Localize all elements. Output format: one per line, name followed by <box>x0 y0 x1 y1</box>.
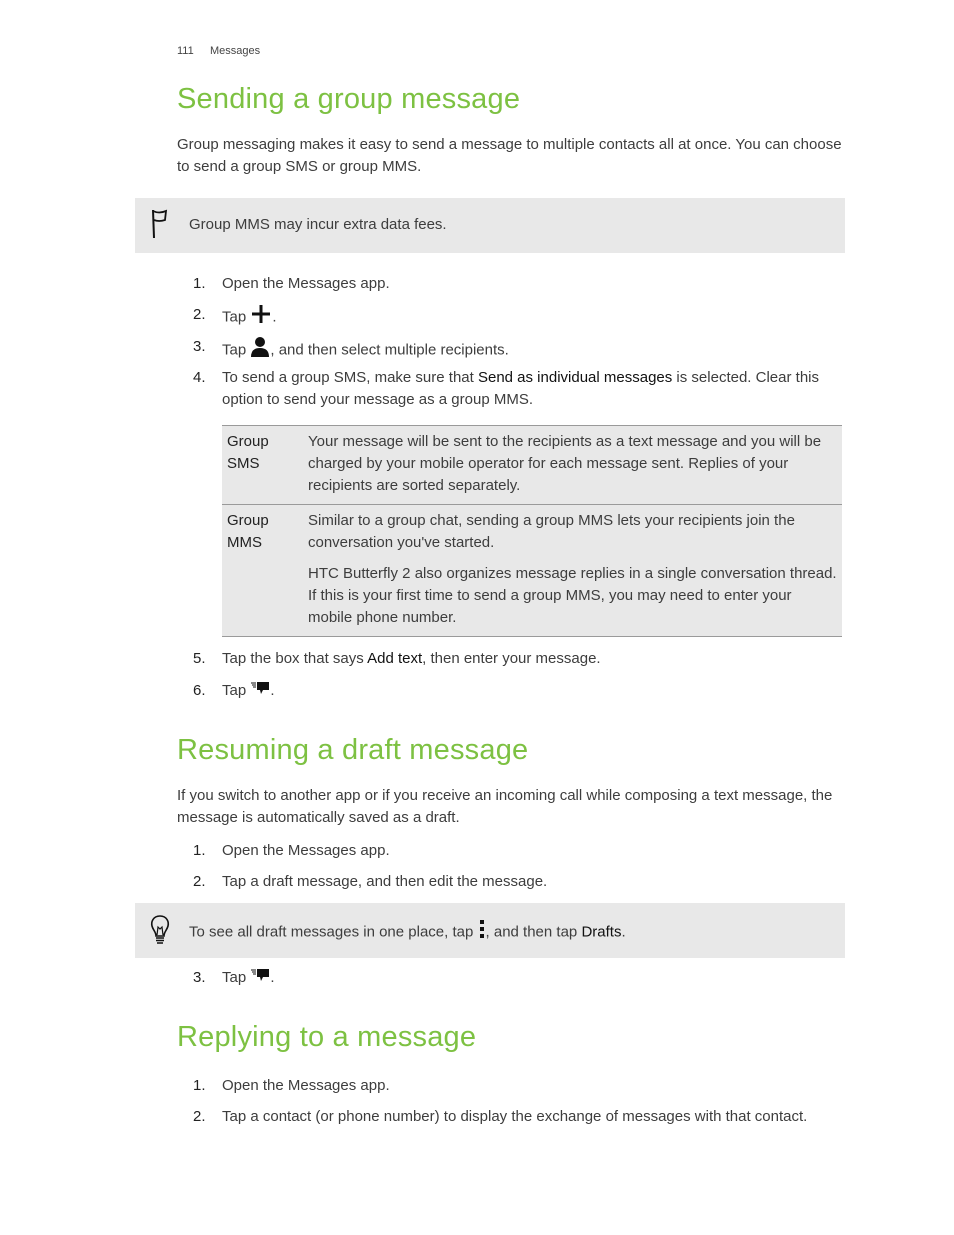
drafts-label: Drafts <box>581 923 622 941</box>
tip-text-mid: , and then tap <box>485 923 582 941</box>
step-text: Tap the box that says Add text, then ent… <box>222 648 843 670</box>
step-number: 5. <box>193 650 206 667</box>
option-name: Send as individual messages <box>477 369 673 386</box>
step-number: 1. <box>193 842 206 859</box>
step-number: 6. <box>193 682 206 699</box>
step-number: 3. <box>193 969 206 986</box>
list-item: 4. To send a group SMS, make sure that S… <box>193 367 843 411</box>
option-description: Similar to a group chat, sending a group… <box>303 505 842 637</box>
step-text-pre: Tap <box>222 308 251 326</box>
option-paragraph: HTC Butterfly 2 also organizes message r… <box>308 565 837 626</box>
option-paragraph: Your message will be sent to the recipie… <box>308 433 822 494</box>
step-text-post: . <box>272 308 277 326</box>
step-text-post: . <box>270 682 275 699</box>
step-text-pre: To send a group SMS, make sure that <box>222 369 478 386</box>
list-item: 1. Open the Messages app. <box>193 840 843 862</box>
note-text: Group MMS may incur extra data fees. <box>189 216 447 233</box>
step-text: Open the Messages app. <box>222 1077 390 1094</box>
tip-text-post: . <box>621 923 626 941</box>
step-number: 1. <box>193 275 206 292</box>
step-text-pre: Tap <box>222 969 251 986</box>
section-name: Messages <box>210 45 261 57</box>
page-number: 111 <box>177 45 194 57</box>
list-item: 5. Tap the box that says Add text, then … <box>193 648 843 670</box>
step-number: 2. <box>193 306 206 323</box>
list-item: 3. Tap . <box>193 967 843 989</box>
step-text-post: , and then select multiple recipients. <box>270 341 509 359</box>
option-description: Your message will be sent to the recipie… <box>303 426 842 505</box>
send-icon <box>250 967 270 989</box>
option-key: Group MMS <box>227 512 269 551</box>
step-text-post: , then enter your message. <box>422 650 601 667</box>
step-text: Open the Messages app. <box>222 842 390 859</box>
step-number: 2. <box>193 873 206 890</box>
option-name: Add text <box>367 650 423 667</box>
send-icon <box>250 680 270 702</box>
table-row: Group MMS Similar to a group chat, sendi… <box>222 504 842 637</box>
step-text: Tap . <box>222 967 843 989</box>
list-item: 3. Tap , and then select multiple recipi… <box>193 336 843 365</box>
step-text-pre: Tap <box>222 682 251 699</box>
lightbulb-icon <box>149 914 171 951</box>
step-text-post: . <box>270 969 275 986</box>
overflow-menu-icon <box>478 919 486 946</box>
tip-text-pre: To see all draft messages in one place, … <box>189 923 478 941</box>
list-item: 1. Open the Messages app. <box>193 1075 843 1097</box>
step-text: Tap a contact (or phone number) to displ… <box>222 1108 808 1125</box>
list-item: 1. Open the Messages app. <box>193 273 843 295</box>
note-box: Group MMS may incur extra data fees. <box>135 198 845 253</box>
step-number: 4. <box>193 369 206 386</box>
step-number: 1. <box>193 1077 206 1094</box>
step-text: Tap , and then select multiple recipient… <box>222 336 843 365</box>
section-intro: Group messaging makes it easy to send a … <box>177 136 842 175</box>
option-paragraph: Similar to a group chat, sending a group… <box>308 512 795 551</box>
list-item: 2. Tap . <box>193 304 843 331</box>
flag-icon <box>149 208 169 245</box>
tip-box: To see all draft messages in one place, … <box>135 903 845 958</box>
section-title-draft-message: Resuming a draft message <box>177 734 529 766</box>
step-text: Tap . <box>222 304 843 331</box>
page-header: 111 Messages <box>177 45 260 57</box>
section-intro: If you switch to another app or if you r… <box>177 787 833 826</box>
plus-icon <box>250 304 272 331</box>
options-table: Group SMS Your message will be sent to t… <box>222 425 842 637</box>
list-item: 6. Tap . <box>193 680 843 702</box>
person-icon <box>250 336 270 365</box>
step-number: 3. <box>193 338 206 355</box>
list-item: 2. Tap a draft message, and then edit th… <box>193 871 843 893</box>
section-title-group-message: Sending a group message <box>177 83 521 115</box>
step-text: Tap a draft message, and then edit the m… <box>222 873 548 890</box>
section-title-replying: Replying to a message <box>177 1021 477 1053</box>
step-text: Tap . <box>222 680 843 702</box>
table-row: Group SMS Your message will be sent to t… <box>222 425 842 505</box>
step-text: To send a group SMS, make sure that Send… <box>222 367 843 411</box>
tip-text: To see all draft messages in one place, … <box>189 919 626 946</box>
step-text-pre: Tap <box>222 341 251 359</box>
step-text: Open the Messages app. <box>222 275 390 292</box>
option-key: Group SMS <box>227 433 269 472</box>
step-text-pre: Tap the box that says <box>222 650 368 667</box>
step-number: 2. <box>193 1108 206 1125</box>
list-item: 2. Tap a contact (or phone number) to di… <box>193 1106 843 1128</box>
